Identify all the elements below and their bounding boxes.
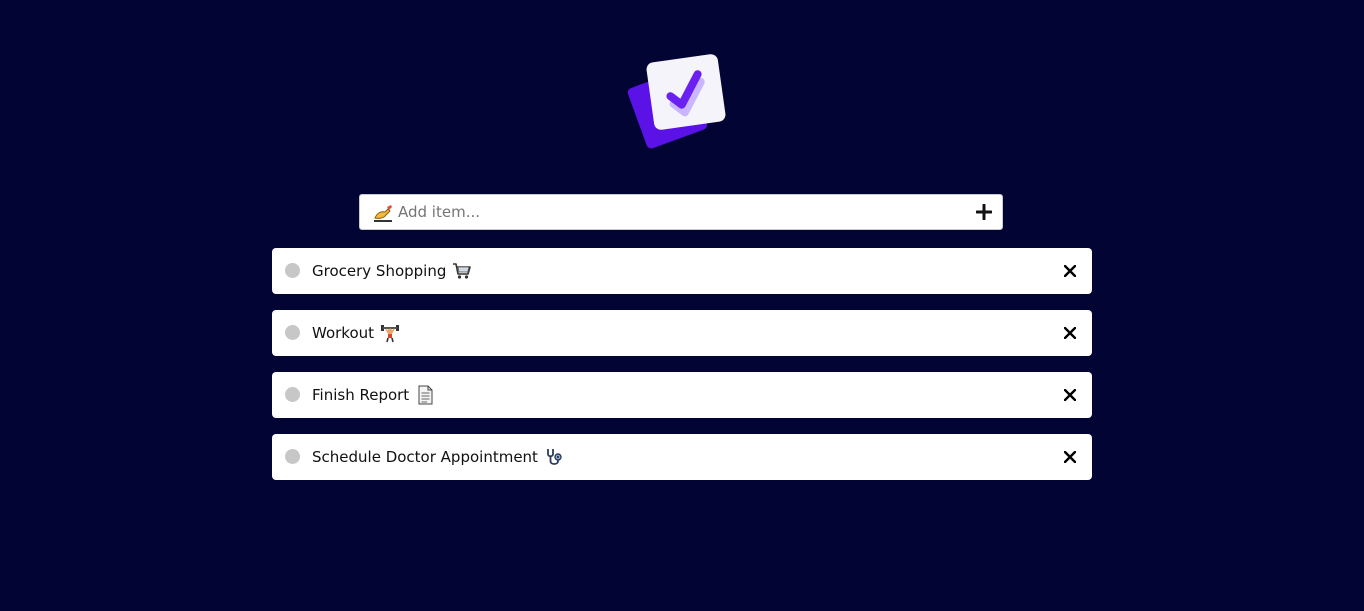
todo-item: Schedule Doctor Appointment (272, 434, 1092, 480)
checkbox-logo-icon (627, 54, 726, 149)
stethoscope-icon (547, 449, 562, 465)
weightlifter-icon (381, 325, 400, 343)
todo-app: Grocery Shopping Workout (0, 0, 1364, 611)
complete-toggle[interactable] (285, 387, 300, 402)
todo-item: Finish Report (272, 372, 1092, 418)
document-icon (418, 385, 433, 405)
todo-label: Finish Report (312, 386, 410, 404)
todo-label-wrap: Workout (312, 323, 400, 343)
todo-label: Schedule Doctor Appointment (312, 448, 538, 466)
writing-hand-icon (374, 205, 392, 222)
plus-icon[interactable] (976, 204, 992, 220)
add-item-input[interactable] (398, 195, 958, 229)
todo-list: Grocery Shopping Workout Finish Report S… (272, 248, 1092, 496)
complete-toggle[interactable] (285, 325, 300, 340)
todo-label-wrap: Finish Report (312, 385, 435, 405)
todo-label: Grocery Shopping (312, 262, 447, 280)
delete-icon[interactable] (1064, 451, 1076, 463)
delete-icon[interactable] (1064, 265, 1076, 277)
todo-label-wrap: Grocery Shopping (312, 261, 472, 281)
delete-icon[interactable] (1064, 389, 1076, 401)
shopping-cart-icon (453, 263, 472, 279)
todo-label: Workout (312, 324, 375, 342)
delete-icon[interactable] (1064, 327, 1076, 339)
todo-item: Grocery Shopping (272, 248, 1092, 294)
complete-toggle[interactable] (285, 263, 300, 278)
complete-toggle[interactable] (285, 449, 300, 464)
todo-label-wrap: Schedule Doctor Appointment (312, 447, 564, 467)
todo-item: Workout (272, 310, 1092, 356)
add-item-bar (359, 194, 1003, 230)
